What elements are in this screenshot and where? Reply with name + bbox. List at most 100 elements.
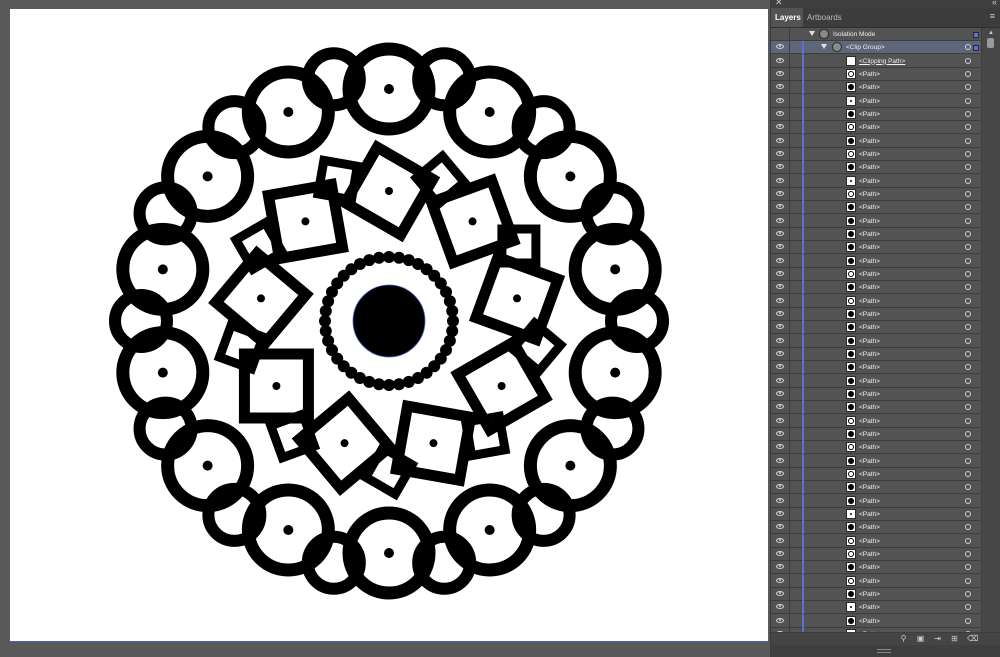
- lock-column[interactable]: [789, 227, 790, 241]
- lock-column[interactable]: [789, 307, 790, 321]
- layer-row[interactable]: <Path>: [771, 481, 980, 495]
- layer-row[interactable]: <Path>: [771, 201, 980, 215]
- visibility-eye-icon[interactable]: [776, 204, 784, 210]
- visibility-eye-icon[interactable]: [776, 97, 784, 103]
- target-circle-icon[interactable]: [965, 164, 971, 171]
- lock-column[interactable]: [789, 321, 790, 335]
- target-circle-icon[interactable]: [965, 430, 971, 437]
- lock-column[interactable]: [789, 241, 790, 255]
- lock-column[interactable]: [789, 294, 790, 308]
- lock-column[interactable]: [789, 441, 790, 455]
- visibility-eye-icon[interactable]: [776, 377, 784, 383]
- scroll-thumb[interactable]: [987, 38, 994, 48]
- target-circle-icon[interactable]: [965, 297, 971, 304]
- close-panel-icon[interactable]: ✕: [775, 0, 783, 8]
- layer-row[interactable]: <Path>: [771, 547, 980, 561]
- target-circle-icon[interactable]: [965, 577, 971, 584]
- target-circle-icon[interactable]: [965, 510, 971, 517]
- lock-column[interactable]: [789, 534, 790, 548]
- isolation-mode-row[interactable]: Isolation Mode: [771, 28, 980, 41]
- visibility-eye-icon[interactable]: [776, 577, 784, 583]
- lock-column[interactable]: [789, 174, 790, 188]
- target-circle-icon[interactable]: [965, 284, 971, 291]
- target-circle-icon[interactable]: [965, 190, 971, 197]
- lock-column[interactable]: [789, 67, 790, 81]
- layer-row[interactable]: <Path>: [771, 307, 980, 321]
- layer-row[interactable]: <Path>: [771, 574, 980, 588]
- lock-column[interactable]: [789, 387, 790, 401]
- visibility-eye-icon[interactable]: [776, 364, 784, 370]
- lock-column[interactable]: [789, 214, 790, 228]
- visibility-eye-icon[interactable]: [776, 110, 784, 116]
- layer-row[interactable]: <Path>: [771, 561, 980, 575]
- lock-column[interactable]: [789, 521, 790, 535]
- layer-row[interactable]: <Path>: [771, 267, 980, 281]
- expand-arrow-icon[interactable]: [821, 44, 827, 50]
- panel-menu-icon[interactable]: ≡: [990, 11, 995, 21]
- lock-column[interactable]: [789, 601, 790, 615]
- lock-column[interactable]: [789, 41, 790, 55]
- search-icon[interactable]: ⚲: [899, 634, 908, 643]
- visibility-eye-icon[interactable]: [776, 417, 784, 423]
- visibility-eye-icon[interactable]: [776, 284, 784, 290]
- visibility-eye-icon[interactable]: [776, 550, 784, 556]
- layer-row[interactable]: <Path>: [771, 187, 980, 201]
- visibility-eye-icon[interactable]: [776, 230, 784, 236]
- visibility-eye-icon[interactable]: [776, 617, 784, 623]
- clipping-path-row[interactable]: <Clipping Path>: [771, 54, 980, 68]
- visibility-eye-icon[interactable]: [776, 84, 784, 90]
- target-circle-icon[interactable]: [965, 564, 971, 571]
- selection-indicator[interactable]: [973, 45, 979, 52]
- tab-artboards[interactable]: Artboards: [803, 8, 845, 27]
- layer-row[interactable]: <Path>: [771, 294, 980, 308]
- target-circle-icon[interactable]: [965, 470, 971, 477]
- visibility-eye-icon[interactable]: [776, 350, 784, 356]
- visibility-eye-icon[interactable]: [776, 457, 784, 463]
- target-circle-icon[interactable]: [965, 230, 971, 237]
- target-circle-icon[interactable]: [965, 57, 971, 64]
- visibility-eye-icon[interactable]: [776, 124, 784, 130]
- target-circle-icon[interactable]: [965, 150, 971, 157]
- trash-icon[interactable]: ⌫: [967, 634, 978, 643]
- visibility-eye-icon[interactable]: [776, 470, 784, 476]
- lock-column[interactable]: [789, 561, 790, 575]
- visibility-eye-icon[interactable]: [776, 497, 784, 503]
- target-circle-icon[interactable]: [965, 550, 971, 557]
- layer-row[interactable]: <Path>: [771, 614, 980, 628]
- lock-column[interactable]: [789, 587, 790, 601]
- target-circle-icon[interactable]: [965, 324, 971, 331]
- lock-column[interactable]: [789, 467, 790, 481]
- selection-indicator[interactable]: [973, 32, 979, 38]
- target-circle-icon[interactable]: [965, 417, 971, 424]
- lock-column[interactable]: [789, 28, 790, 41]
- layer-row[interactable]: <Path>: [771, 147, 980, 161]
- layer-row[interactable]: <Path>: [771, 107, 980, 121]
- layer-row[interactable]: <Path>: [771, 587, 980, 601]
- target-circle-icon[interactable]: [965, 404, 971, 411]
- target-circle-icon[interactable]: [965, 137, 971, 144]
- layer-row[interactable]: <Path>: [771, 534, 980, 548]
- layer-row[interactable]: <Path>: [771, 454, 980, 468]
- collapse-panel-icon[interactable]: «: [992, 0, 997, 7]
- target-circle-icon[interactable]: [965, 364, 971, 371]
- target-circle-icon[interactable]: [965, 204, 971, 211]
- target-circle-icon[interactable]: [965, 244, 971, 251]
- tab-layers[interactable]: Layers: [771, 8, 803, 27]
- layer-row[interactable]: <Path>: [771, 81, 980, 95]
- target-circle-icon[interactable]: [965, 110, 971, 117]
- layer-row[interactable]: <Path>: [771, 241, 980, 255]
- visibility-eye-icon[interactable]: [776, 590, 784, 596]
- target-circle-icon[interactable]: [965, 84, 971, 91]
- layer-row[interactable]: <Path>: [771, 334, 980, 348]
- layer-row[interactable]: <Path>: [771, 254, 980, 268]
- artboard[interactable]: [10, 9, 768, 642]
- layer-row[interactable]: <Path>: [771, 121, 980, 135]
- sublayer-icon[interactable]: ⇥: [933, 634, 942, 643]
- visibility-eye-icon[interactable]: [776, 57, 784, 63]
- visibility-eye-icon[interactable]: [776, 150, 784, 156]
- visibility-eye-icon[interactable]: [776, 177, 784, 183]
- layer-row[interactable]: <Path>: [771, 401, 980, 415]
- layer-row[interactable]: <Path>: [771, 521, 980, 535]
- clip-mask-icon[interactable]: ▣: [916, 634, 925, 643]
- target-circle-icon[interactable]: [965, 257, 971, 264]
